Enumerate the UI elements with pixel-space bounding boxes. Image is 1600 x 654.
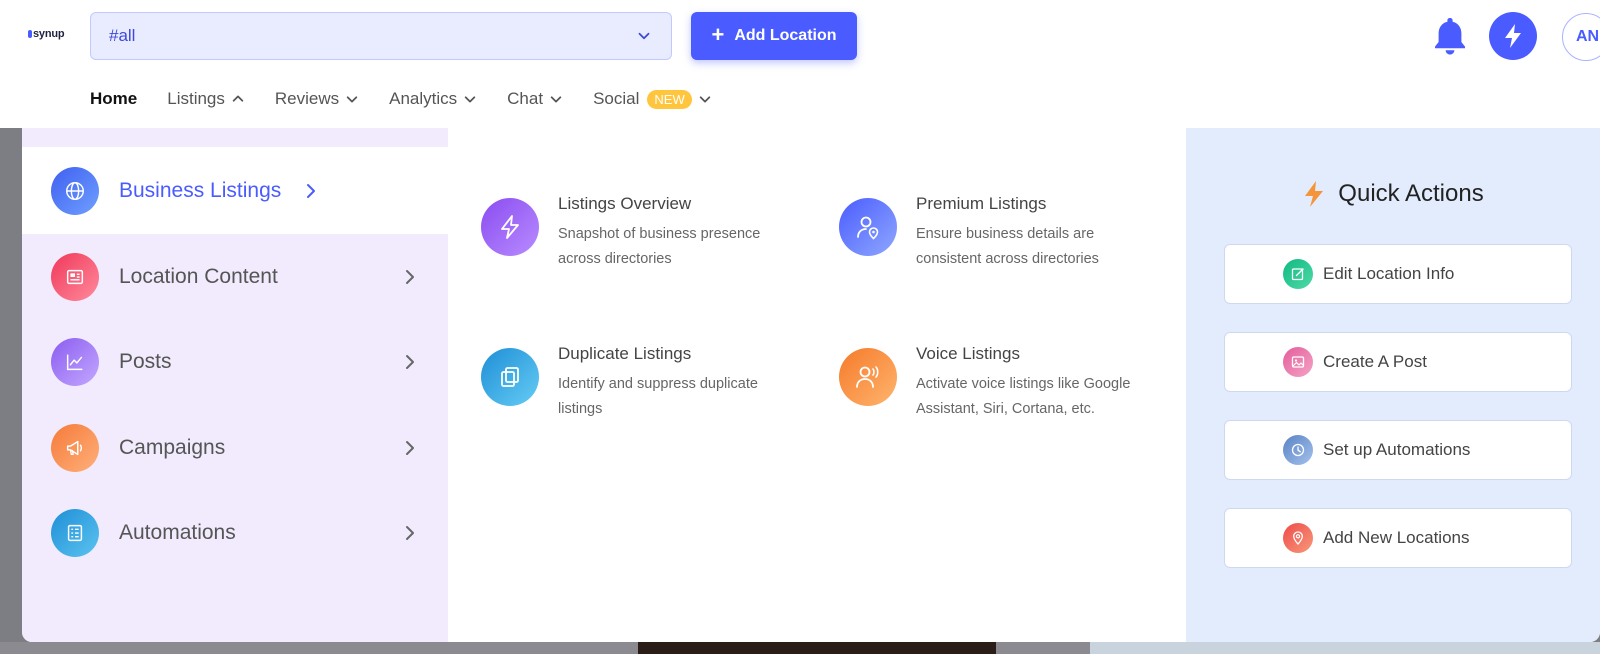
add-location-button[interactable]: + Add Location	[691, 12, 857, 60]
card-title: Voice Listings	[916, 344, 1020, 363]
nav-home-label: Home	[90, 89, 138, 108]
megaphone-icon	[51, 423, 99, 472]
nav-chat[interactable]: Chat	[507, 89, 563, 109]
sidebar-item-label: Posts	[119, 349, 172, 373]
chevron-down-icon	[550, 96, 562, 103]
location-select[interactable]: #all	[90, 12, 672, 60]
card-title: Duplicate Listings	[558, 344, 692, 363]
nav-analytics[interactable]: Analytics	[389, 89, 477, 109]
setup-automations-button[interactable]: Set up Automations	[1224, 420, 1572, 480]
quick-action-label: Add New Locations	[1323, 528, 1470, 547]
nav-reviews-label: Reviews	[274, 89, 340, 108]
sidebar-item-business-listings[interactable]: Business Listings	[22, 147, 448, 234]
copy-icon	[481, 348, 539, 406]
chevron-right-icon	[307, 183, 316, 198]
sidebar-item-label: Business Listings	[119, 178, 282, 202]
new-badge: NEW	[647, 89, 692, 109]
chevron-down-icon	[638, 32, 650, 40]
quick-actions-panel: Quick Actions Edit Location Info Create …	[1186, 128, 1600, 642]
image-icon	[1283, 347, 1313, 377]
sidebar-item-label: Location Content	[119, 264, 278, 288]
nav-chat-label: Chat	[507, 89, 544, 108]
card-description: Activate voice listings like Google Assi…	[916, 372, 1130, 422]
quick-action-label: Create A Post	[1323, 352, 1427, 371]
location-select-value: #all	[109, 26, 136, 45]
quick-action-label: Set up Automations	[1323, 440, 1471, 459]
listings-mega-menu: Business Listings Location Content Posts…	[22, 128, 1600, 642]
user-avatar[interactable]: AN	[1562, 13, 1600, 61]
chevron-right-icon	[406, 269, 414, 284]
quick-actions-button[interactable]	[1489, 12, 1537, 60]
user-pin-icon	[839, 198, 897, 256]
card-title: Premium Listings	[916, 194, 1047, 213]
card-description-line: across directories	[558, 251, 672, 267]
synup-logo[interactable]: synup	[28, 28, 65, 40]
menu-sidebar: Business Listings Location Content Posts…	[22, 128, 448, 642]
card-description-line: Activate voice listings like Google	[916, 376, 1131, 392]
quick-actions-heading: Quick Actions	[1186, 180, 1600, 208]
avatar-initials: AN	[1576, 28, 1600, 45]
card-description: Ensure business details are consistent a…	[916, 222, 1099, 272]
notification-bell-icon[interactable]	[1430, 14, 1470, 58]
plus-icon: +	[711, 22, 725, 47]
chevron-right-icon	[406, 440, 414, 455]
nav-reviews[interactable]: Reviews	[275, 89, 359, 109]
edit-location-info-button[interactable]: Edit Location Info	[1224, 244, 1572, 304]
sidebar-item-campaigns[interactable]: Campaigns	[22, 404, 448, 491]
newspaper-icon	[51, 252, 99, 301]
add-new-locations-button[interactable]: Add New Locations	[1224, 508, 1572, 568]
create-post-button[interactable]: Create A Post	[1224, 332, 1572, 392]
card-description-line: listings	[558, 401, 603, 417]
location-pin-icon	[1283, 523, 1313, 553]
background-image	[638, 642, 996, 654]
sidebar-item-label: Campaigns	[119, 435, 226, 459]
nav-listings[interactable]: Listings	[167, 89, 245, 109]
top-header: synup #all + Add Location AN Home Listin…	[0, 0, 1600, 128]
chevron-down-icon	[464, 96, 476, 103]
nav-home[interactable]: Home	[90, 89, 137, 109]
card-premium-listings[interactable]: Premium Listings Ensure business details…	[839, 194, 1169, 272]
card-description-line: Identify and suppress duplicate	[558, 376, 758, 392]
card-listings-overview[interactable]: Listings Overview Snapshot of business p…	[481, 194, 811, 272]
bolt-icon	[481, 198, 539, 256]
bolt-icon	[1305, 181, 1324, 207]
chevron-down-icon	[699, 96, 710, 103]
nav-social[interactable]: Social NEW	[593, 89, 712, 109]
sidebar-item-automations[interactable]: Automations	[22, 489, 448, 576]
voice-icon	[839, 348, 897, 406]
chart-line-icon	[51, 337, 99, 386]
card-title: Listings Overview	[558, 194, 692, 213]
clock-icon	[1283, 435, 1313, 465]
card-description-line: Snapshot of business presence	[558, 226, 761, 242]
nav-listings-label: Listings	[167, 89, 225, 108]
sidebar-item-posts[interactable]: Posts	[22, 318, 448, 405]
bolt-icon	[1505, 24, 1521, 48]
menu-content: Listings Overview Snapshot of business p…	[448, 128, 1186, 642]
card-description: Snapshot of business presence across dir…	[558, 222, 760, 272]
card-description-line: Ensure business details are	[916, 226, 1095, 242]
nav-analytics-label: Analytics	[389, 89, 458, 108]
card-description-line: consistent across directories	[916, 251, 1099, 267]
document-list-icon	[51, 508, 99, 557]
sidebar-item-label: Automations	[119, 520, 236, 544]
card-description-line: Assistant, Siri, Cortana, etc.	[916, 401, 1095, 417]
chevron-up-icon	[232, 95, 244, 102]
chevron-down-icon	[346, 96, 358, 103]
logo-text: synup	[33, 28, 65, 40]
sidebar-item-location-content[interactable]: Location Content	[22, 233, 448, 320]
globe-icon	[51, 166, 99, 215]
chevron-right-icon	[406, 354, 414, 369]
chevron-right-icon	[406, 525, 414, 540]
card-description: Identify and suppress duplicate listings	[558, 372, 758, 422]
card-voice-listings[interactable]: Voice Listings Activate voice listings l…	[839, 344, 1169, 422]
main-nav: Home Listings Reviews Analytics Chat Soc…	[90, 86, 742, 112]
edit-icon	[1283, 259, 1313, 289]
background-map	[1090, 642, 1600, 654]
nav-social-label: Social	[593, 89, 640, 108]
card-duplicate-listings[interactable]: Duplicate Listings Identify and suppress…	[481, 344, 811, 422]
quick-action-label: Edit Location Info	[1323, 264, 1455, 283]
add-location-label: Add Location	[734, 27, 837, 44]
quick-actions-title: Quick Actions	[1338, 180, 1484, 207]
